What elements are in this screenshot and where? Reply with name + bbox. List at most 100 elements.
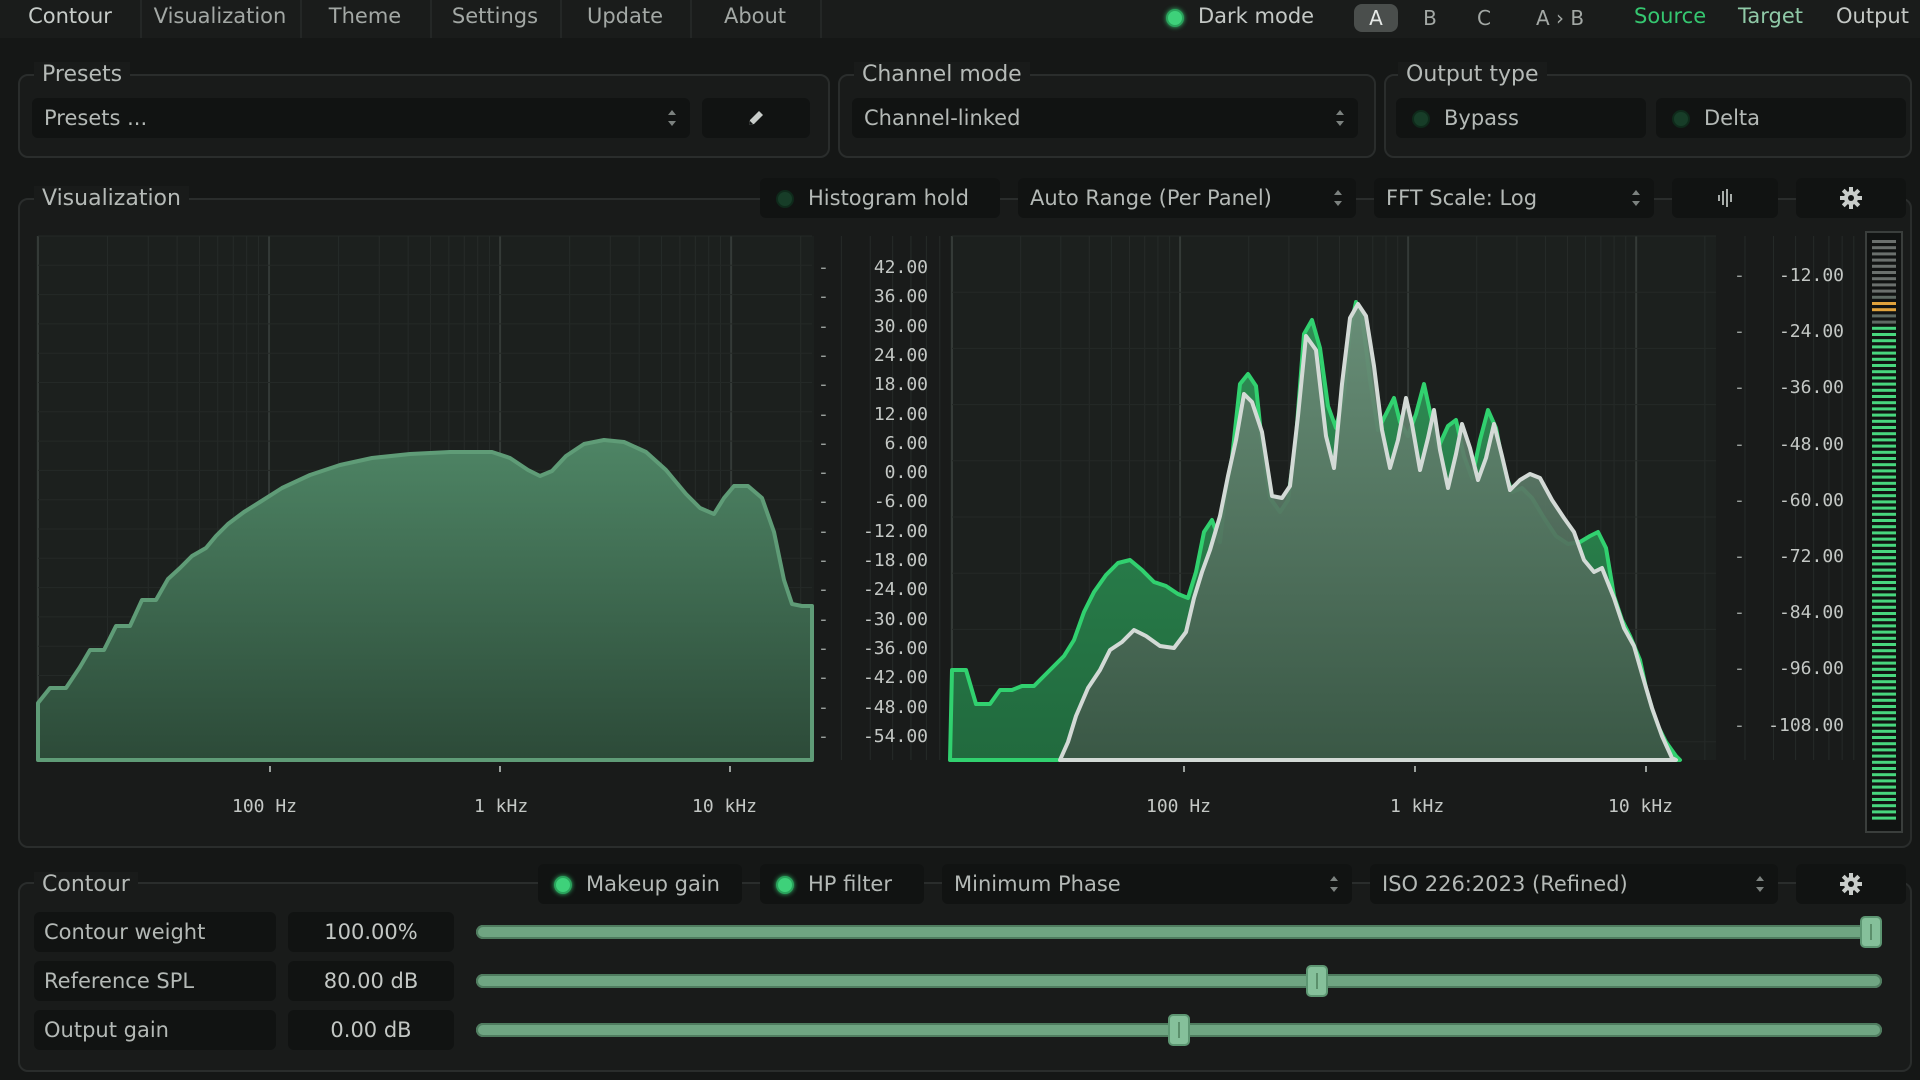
pencil-icon <box>749 111 763 125</box>
left-y-tick-label: -54.00 <box>862 725 928 747</box>
left-y-tick-label: -36.00 <box>862 637 928 659</box>
fft-scale-value: FFT Scale: Log <box>1386 186 1538 210</box>
tab-theme[interactable]: Theme <box>300 0 432 38</box>
channel-mode-value: Channel-linked <box>864 106 1021 130</box>
left-y-tick-label: 18.00 <box>873 374 928 396</box>
right-y-tick-label: -48.00 <box>1778 433 1844 455</box>
visualization-settings-button[interactable] <box>1796 178 1906 218</box>
tab-visualization[interactable]: Visualization <box>140 0 302 38</box>
top-menu-bar: Contour Visualization Theme Settings Upd… <box>0 0 1920 38</box>
presets-title: Presets <box>34 62 131 88</box>
preset-c-button[interactable]: C <box>1462 4 1506 32</box>
edit-preset-button[interactable] <box>702 98 810 138</box>
delta-label: Delta <box>1704 106 1761 130</box>
makeup-gain-led-icon <box>554 876 572 894</box>
hp-filter-label: HP filter <box>808 872 892 896</box>
loudness-standard-dropdown[interactable]: ISO 226:2023 (Refined) <box>1370 864 1778 904</box>
makeup-gain-toggle[interactable]: Makeup gain <box>538 864 742 904</box>
left-y-tick-label: 30.00 <box>873 315 928 337</box>
view-output-button[interactable]: Output <box>1836 2 1909 30</box>
tab-about[interactable]: About <box>690 0 822 38</box>
delta-toggle[interactable]: Delta <box>1656 98 1906 138</box>
right-y-tick-label: -12.00 <box>1778 265 1844 286</box>
right-y-tick-label: -108.00 <box>1768 714 1844 736</box>
left-y-tick-label: 24.00 <box>873 344 928 366</box>
delta-led-icon <box>1672 110 1690 128</box>
bypass-led-icon <box>1412 110 1430 128</box>
contour-weight-thumb[interactable] <box>1860 916 1882 948</box>
fft-scale-dropdown[interactable]: FFT Scale: Log <box>1374 178 1654 218</box>
histogram-hold-toggle[interactable]: Histogram hold <box>760 178 1000 218</box>
left-y-tick-label: 36.00 <box>873 286 928 308</box>
left-y-tick-label: 42.00 <box>873 257 928 278</box>
spectrum-mode-button[interactable] <box>1672 178 1778 218</box>
tab-contour[interactable]: Contour <box>0 0 142 38</box>
dark-mode-toggle[interactable]: Dark mode <box>1150 0 1320 36</box>
view-target-button[interactable]: Target <box>1738 2 1803 30</box>
reference-spl-slider[interactable] <box>476 965 1882 997</box>
right-y-tick-label: -24.00 <box>1778 321 1844 343</box>
right-y-tick-label: -84.00 <box>1778 602 1844 624</box>
visualization-group <box>18 198 1912 848</box>
hp-filter-led-icon <box>776 876 794 894</box>
left-y-tick-label: -18.00 <box>862 550 928 571</box>
waveform-icon <box>1718 189 1732 207</box>
preset-b-button[interactable]: B <box>1408 4 1452 32</box>
gear-icon <box>1840 187 1862 209</box>
updown-arrows-icon <box>1756 874 1764 894</box>
right-y-tick-label: -36.00 <box>1778 377 1844 399</box>
left-y-tick-label: -30.00 <box>862 608 928 630</box>
right-y-tick-label: -60.00 <box>1778 489 1844 511</box>
tab-update[interactable]: Update <box>560 0 692 38</box>
left-x-tick-1khz: 1 kHz <box>474 796 529 817</box>
output-gain-label: Output gain <box>34 1010 276 1050</box>
reference-spl-value[interactable]: 80.00 dB <box>288 961 454 1001</box>
histogram-hold-led-icon <box>776 190 794 208</box>
contour-weight-label: Contour weight <box>34 912 276 952</box>
bypass-toggle[interactable]: Bypass <box>1396 98 1646 138</box>
contour-weight-slider[interactable] <box>476 916 1882 948</box>
left-y-tick-label: 12.00 <box>873 403 928 425</box>
output-gain-slider[interactable] <box>476 1014 1882 1046</box>
copy-a-to-b-button[interactable]: A › B <box>1522 4 1598 32</box>
contour-title: Contour <box>34 872 138 898</box>
right-x-tick-10khz: 10 kHz <box>1608 796 1674 817</box>
updown-arrows-icon <box>668 108 676 128</box>
presets-dropdown-value: Presets ... <box>44 106 148 130</box>
presets-dropdown[interactable]: Presets ... <box>32 98 690 138</box>
channel-mode-title: Channel mode <box>854 62 1030 88</box>
right-y-tick-label: -72.00 <box>1778 546 1844 567</box>
updown-arrows-icon <box>1336 108 1344 128</box>
reference-spl-label: Reference SPL <box>34 961 276 1001</box>
histogram-hold-label: Histogram hold <box>808 186 969 210</box>
view-source-button[interactable]: Source <box>1634 2 1706 30</box>
contour-weight-value[interactable]: 100.00% <box>288 912 454 952</box>
visualization-title: Visualization <box>34 186 189 212</box>
dark-mode-led-icon <box>1166 9 1184 27</box>
left-x-tick-10khz: 10 kHz <box>692 796 758 817</box>
right-x-tick-100hz: 100 Hz <box>1146 796 1212 817</box>
range-mode-value: Auto Range (Per Panel) <box>1030 186 1272 210</box>
gear-icon <box>1840 873 1862 895</box>
loudness-standard-value: ISO 226:2023 (Refined) <box>1382 872 1628 896</box>
preset-a-button[interactable]: A <box>1354 4 1398 32</box>
updown-arrows-icon <box>1330 874 1338 894</box>
left-y-tick-label: -42.00 <box>862 667 928 689</box>
channel-mode-dropdown[interactable]: Channel-linked <box>852 98 1358 138</box>
phase-mode-value: Minimum Phase <box>954 872 1121 896</box>
reference-spl-thumb[interactable] <box>1306 965 1329 997</box>
left-y-tick-label: 6.00 <box>884 432 928 454</box>
left-y-tick-label: -12.00 <box>862 520 928 542</box>
bypass-label: Bypass <box>1444 106 1519 130</box>
phase-mode-dropdown[interactable]: Minimum Phase <box>942 864 1352 904</box>
hp-filter-toggle[interactable]: HP filter <box>760 864 924 904</box>
contour-settings-button[interactable] <box>1796 864 1906 904</box>
output-gain-thumb[interactable] <box>1168 1014 1190 1046</box>
left-y-tick-label: -6.00 <box>873 491 928 513</box>
output-gain-value[interactable]: 0.00 dB <box>288 1010 454 1050</box>
dark-mode-label: Dark mode <box>1198 4 1315 28</box>
range-mode-dropdown[interactable]: Auto Range (Per Panel) <box>1018 178 1356 218</box>
tab-settings[interactable]: Settings <box>430 0 562 38</box>
updown-arrows-icon <box>1632 188 1640 208</box>
left-x-tick-100hz: 100 Hz <box>232 796 298 817</box>
